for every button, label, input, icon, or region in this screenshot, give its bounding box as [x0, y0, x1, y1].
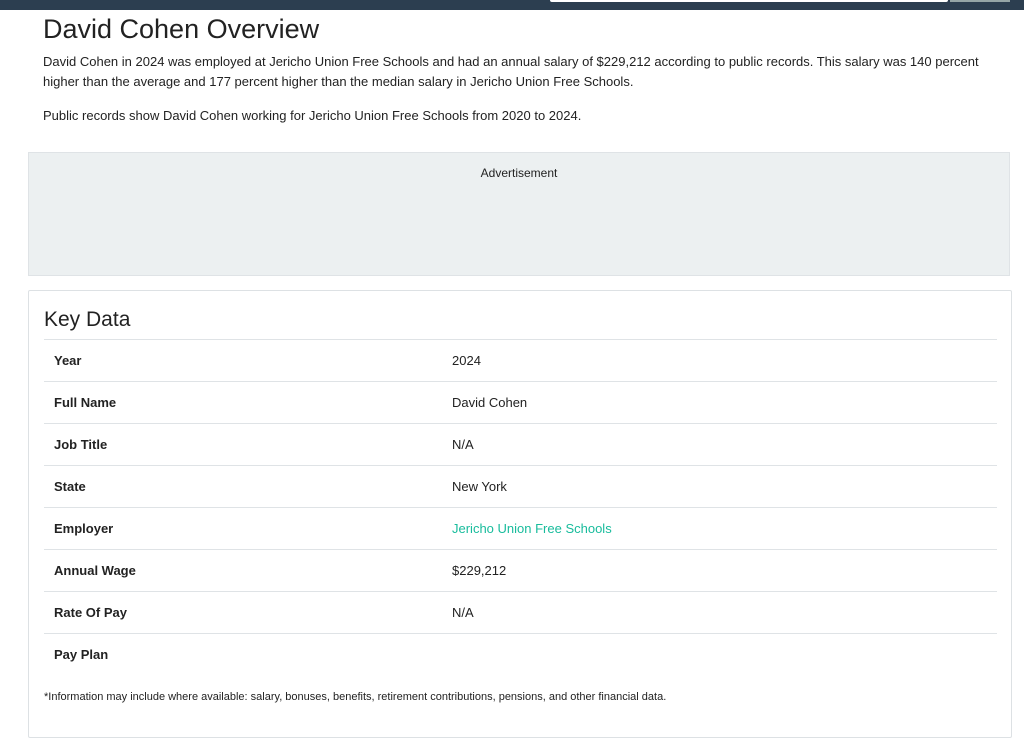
advertisement-label: Advertisement [480, 166, 558, 180]
table-row: Full Name David Cohen [44, 381, 997, 424]
row-label: Year [54, 353, 82, 368]
table-row: Annual Wage $229,212 [44, 549, 997, 592]
key-data-table: Year 2024 Full Name David Cohen Job Titl… [44, 339, 997, 676]
row-label: Employer [54, 521, 114, 536]
row-label: Job Title [54, 437, 108, 452]
row-label: Pay Plan [54, 647, 109, 663]
row-label: State [54, 479, 86, 494]
overview-section: David Cohen Overview David Cohen in 2024… [43, 12, 1003, 126]
table-row: Year 2024 [44, 339, 997, 382]
overview-employment-range: Public records show David Cohen working … [43, 108, 582, 123]
row-label: Rate Of Pay [54, 605, 127, 620]
search-button[interactable] [950, 0, 1010, 2]
top-navbar [0, 0, 1024, 10]
row-label: Full Name [54, 395, 117, 410]
row-value: N/A [452, 605, 474, 620]
row-value [442, 634, 997, 676]
footnote: *Information may include where available… [44, 691, 667, 703]
row-label: Annual Wage [54, 563, 136, 578]
row-value: David Cohen [452, 395, 528, 410]
table-row: Pay Plan [44, 633, 997, 676]
table-row: State New York [44, 465, 997, 508]
key-data-title: Key Data [44, 308, 131, 331]
key-data-card: Key Data Year 2024 Full Name David Cohen… [28, 290, 1012, 738]
row-value: N/A [452, 437, 474, 452]
table-row: Job Title N/A [44, 423, 997, 466]
table-row: Rate Of Pay N/A [44, 591, 997, 634]
table-row: Employer Jericho Union Free Schools [44, 507, 997, 550]
row-value: $229,212 [452, 563, 507, 578]
advertisement-box: Advertisement [28, 152, 1010, 276]
search-input[interactable] [550, 0, 948, 2]
overview-summary: David Cohen in 2024 was employed at Jeri… [43, 54, 979, 89]
row-value: New York [452, 479, 507, 494]
employer-link[interactable]: Jericho Union Free Schools [452, 521, 612, 536]
row-value: Jericho Union Free Schools [442, 508, 997, 550]
page-title: David Cohen Overview [43, 14, 320, 44]
row-value: 2024 [452, 353, 481, 368]
